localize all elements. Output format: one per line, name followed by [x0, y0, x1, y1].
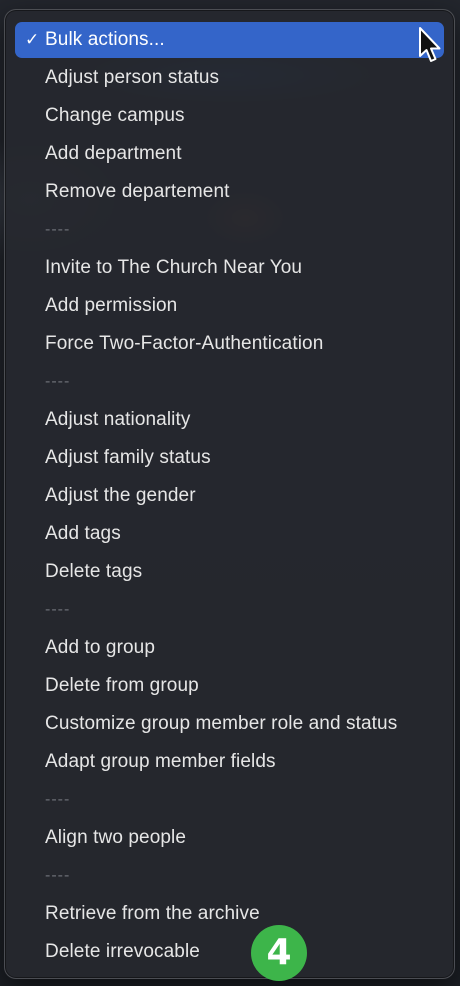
menu-item-delete-from-group[interactable]: Delete from group: [15, 667, 444, 705]
bulk-actions-dropdown-menu[interactable]: ✓ Bulk actions... Adjust person status C…: [4, 9, 455, 979]
menu-item-adjust-family-status[interactable]: Adjust family status: [15, 439, 444, 477]
menu-separator: ----: [45, 791, 71, 808]
menu-item-adjust-nationality[interactable]: Adjust nationality: [15, 401, 444, 439]
menu-separator: ----: [45, 373, 71, 390]
step-number-badge: 4: [251, 925, 307, 981]
menu-separator: ----: [45, 221, 71, 238]
menu-item-align-two-people[interactable]: Align two people: [15, 819, 444, 857]
menu-item-delete-tags[interactable]: Delete tags: [15, 553, 444, 591]
menu-item-add-tags[interactable]: Add tags: [15, 515, 444, 553]
menu-item-adjust-gender[interactable]: Adjust the gender: [15, 477, 444, 515]
menu-item-change-campus[interactable]: Change campus: [15, 97, 444, 135]
checkmark-icon: ✓: [25, 30, 40, 49]
menu-item-adjust-person-status[interactable]: Adjust person status: [15, 59, 444, 97]
menu-separator: ----: [45, 867, 71, 884]
menu-separator: ----: [45, 601, 71, 618]
menu-item-add-permission[interactable]: Add permission: [15, 287, 444, 325]
menu-item-invite-to-church[interactable]: Invite to The Church Near You: [15, 249, 444, 287]
menu-item-add-department[interactable]: Add department: [15, 135, 444, 173]
menu-item-remove-department[interactable]: Remove departement: [15, 173, 444, 211]
menu-item-customize-group-member-role[interactable]: Customize group member role and status: [15, 705, 444, 743]
menu-item-add-to-group[interactable]: Add to group: [15, 629, 444, 667]
mouse-pointer-icon: [419, 27, 441, 62]
menu-item-label: Bulk actions...: [45, 29, 165, 50]
menu-item-adapt-group-member-fields[interactable]: Adapt group member fields: [15, 743, 444, 781]
menu-item-force-two-factor-authentication[interactable]: Force Two-Factor-Authentication: [15, 325, 444, 363]
menu-item-bulk-actions[interactable]: ✓ Bulk actions...: [15, 22, 444, 58]
menu-item-delete-irrevocable[interactable]: Delete irrevocable: [15, 933, 444, 971]
menu-item-retrieve-from-archive[interactable]: Retrieve from the archive: [15, 895, 444, 933]
